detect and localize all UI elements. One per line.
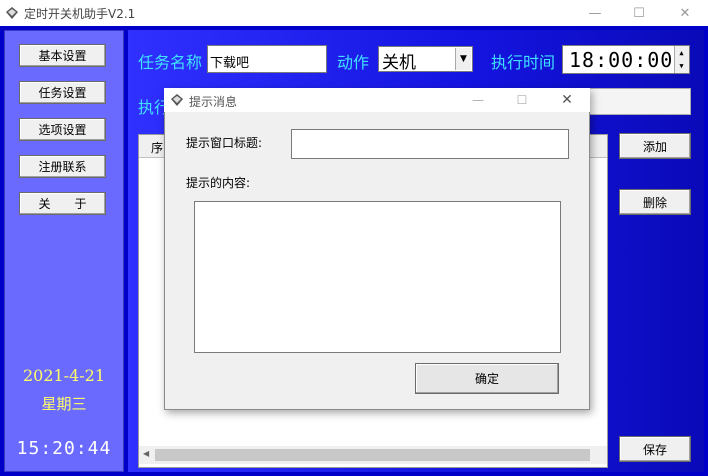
dialog-window-title-input[interactable]	[291, 129, 569, 159]
table-col-seq[interactable]: 序	[151, 139, 163, 156]
date-display: 2021-4-21	[22, 366, 106, 385]
scrollbar-thumb[interactable]	[155, 449, 590, 461]
dialog-content-label: 提示的内容:	[186, 176, 251, 190]
exec-field[interactable]	[580, 88, 691, 115]
dialog-title: 提示消息	[189, 95, 238, 109]
dialog-content-textarea[interactable]	[194, 201, 561, 353]
window-title: 定时开关机助手V2.1	[24, 7, 136, 21]
exec-time-value: 18:00:00	[569, 48, 674, 72]
dialog-minimize-button[interactable]: —	[456, 88, 500, 112]
close-button[interactable]: ✕	[662, 0, 708, 26]
sidebar-item-basic-settings[interactable]: 基本设置	[19, 44, 106, 67]
task-name-input[interactable]: 下载吧	[207, 45, 327, 73]
sidebar-item-about[interactable]: 关 于	[19, 192, 106, 215]
task-name-label: 任务名称	[138, 53, 203, 72]
spin-up-icon[interactable]: ▲	[679, 49, 684, 57]
dropdown-arrow-icon[interactable]: ▼	[455, 48, 471, 70]
sidebar-item-register-contact[interactable]: 注册联系	[19, 155, 106, 178]
weekday-display: 星期三	[41, 395, 87, 413]
sidebar-item-task-settings[interactable]: 任务设置	[19, 81, 106, 104]
dialog-app-icon	[171, 94, 183, 106]
dialog-maximize-button[interactable]: ☐	[500, 88, 544, 112]
action-select[interactable]: 关机 ▼	[378, 46, 473, 73]
dialog-close-button[interactable]: ✕	[545, 88, 589, 112]
delete-button[interactable]: 删除	[619, 189, 691, 215]
action-label: 动作	[337, 53, 370, 72]
dialog-ok-button[interactable]: 确定	[415, 363, 559, 394]
exec-time-input[interactable]: 18:00:00 ▲ ▼	[562, 45, 690, 74]
add-button[interactable]: 添加	[619, 133, 691, 159]
sidebar-item-option-settings[interactable]: 选项设置	[19, 118, 106, 141]
dialog-window-title-label: 提示窗口标题:	[186, 136, 263, 150]
clock-display: 15:20:44	[16, 438, 112, 459]
save-button[interactable]: 保存	[619, 436, 691, 462]
action-select-value: 关机	[382, 53, 416, 73]
time-spinner[interactable]: ▲ ▼	[674, 46, 689, 73]
minimize-button[interactable]: —	[572, 0, 618, 26]
exec-time-label: 执行时间	[491, 53, 556, 72]
spin-down-icon[interactable]: ▼	[679, 62, 684, 70]
maximize-button[interactable]: ☐	[616, 0, 662, 26]
scroll-left-icon[interactable]: ◀	[143, 449, 149, 458]
app-icon	[6, 7, 18, 19]
